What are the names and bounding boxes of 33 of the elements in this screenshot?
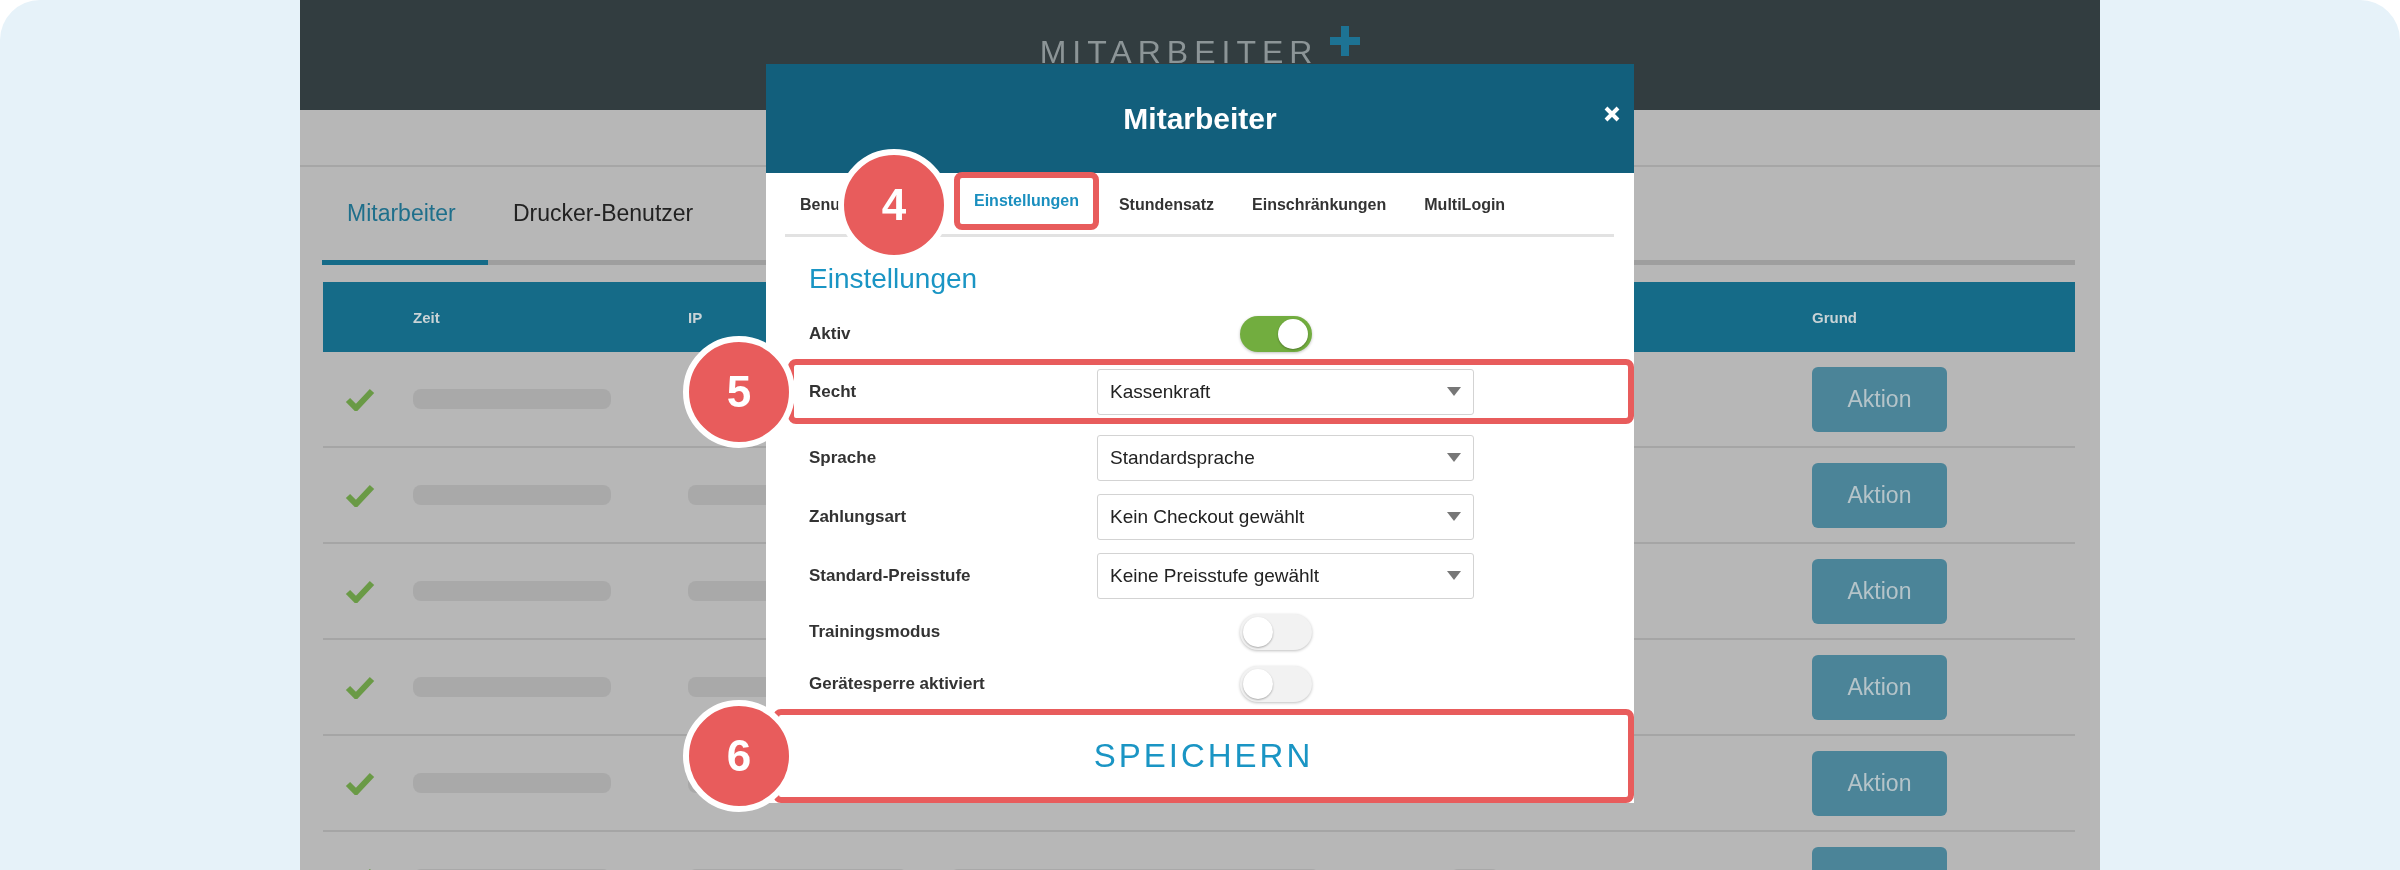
select-field[interactable]: Keine Preisstufe gewählt: [1097, 552, 1474, 599]
dialog-tab[interactable]: Benu: [785, 176, 840, 234]
section-title: Einstellungen: [809, 263, 979, 296]
dialog-tab[interactable]: Stundensatz: [1100, 176, 1233, 234]
select-field[interactable]: Kein Checkout gewählt: [1097, 493, 1474, 540]
field-label: Trainingsmodus: [809, 622, 942, 642]
column-header: Grund: [1812, 308, 1857, 326]
dialog-tab[interactable]: MultiLogin: [1406, 176, 1524, 234]
caret-icon: [1447, 453, 1461, 462]
plus-icon: [1330, 26, 1361, 56]
dialog-tab[interactable]: Einstellungen: [954, 172, 1099, 230]
field-label: Standard-Preisstufe: [809, 565, 972, 586]
select-field[interactable]: Standardsprache: [1097, 434, 1474, 481]
toggle-switch[interactable]: [1240, 614, 1312, 650]
page-tab[interactable]: Drucker-Benutzer: [488, 167, 739, 265]
column-header: IP: [688, 308, 703, 326]
field-label: Gerätesperre aktiviert: [809, 674, 986, 694]
field-label: Aktiv: [809, 324, 852, 344]
field-label: Zahlungsart: [809, 506, 908, 527]
caret-icon: [1447, 571, 1461, 580]
caret-icon: [1447, 512, 1461, 521]
step-badge: 5: [683, 335, 795, 448]
app-title: MITARBEITER: [1039, 34, 1319, 70]
dialog-tab[interactable]: Einschränkungen: [1234, 176, 1405, 234]
toggle-switch[interactable]: [1240, 666, 1312, 702]
field-label: Recht: [809, 381, 858, 402]
close-icon[interactable]: [1604, 106, 1620, 122]
toggle-switch[interactable]: [1240, 316, 1312, 352]
field-label: Sprache: [809, 447, 878, 468]
dialog-title: Mitarbeiter: [1123, 101, 1277, 136]
caret-icon: [1447, 387, 1461, 396]
column-header: Zeit: [413, 308, 440, 326]
select-field[interactable]: Kassenkraft: [1097, 368, 1474, 415]
